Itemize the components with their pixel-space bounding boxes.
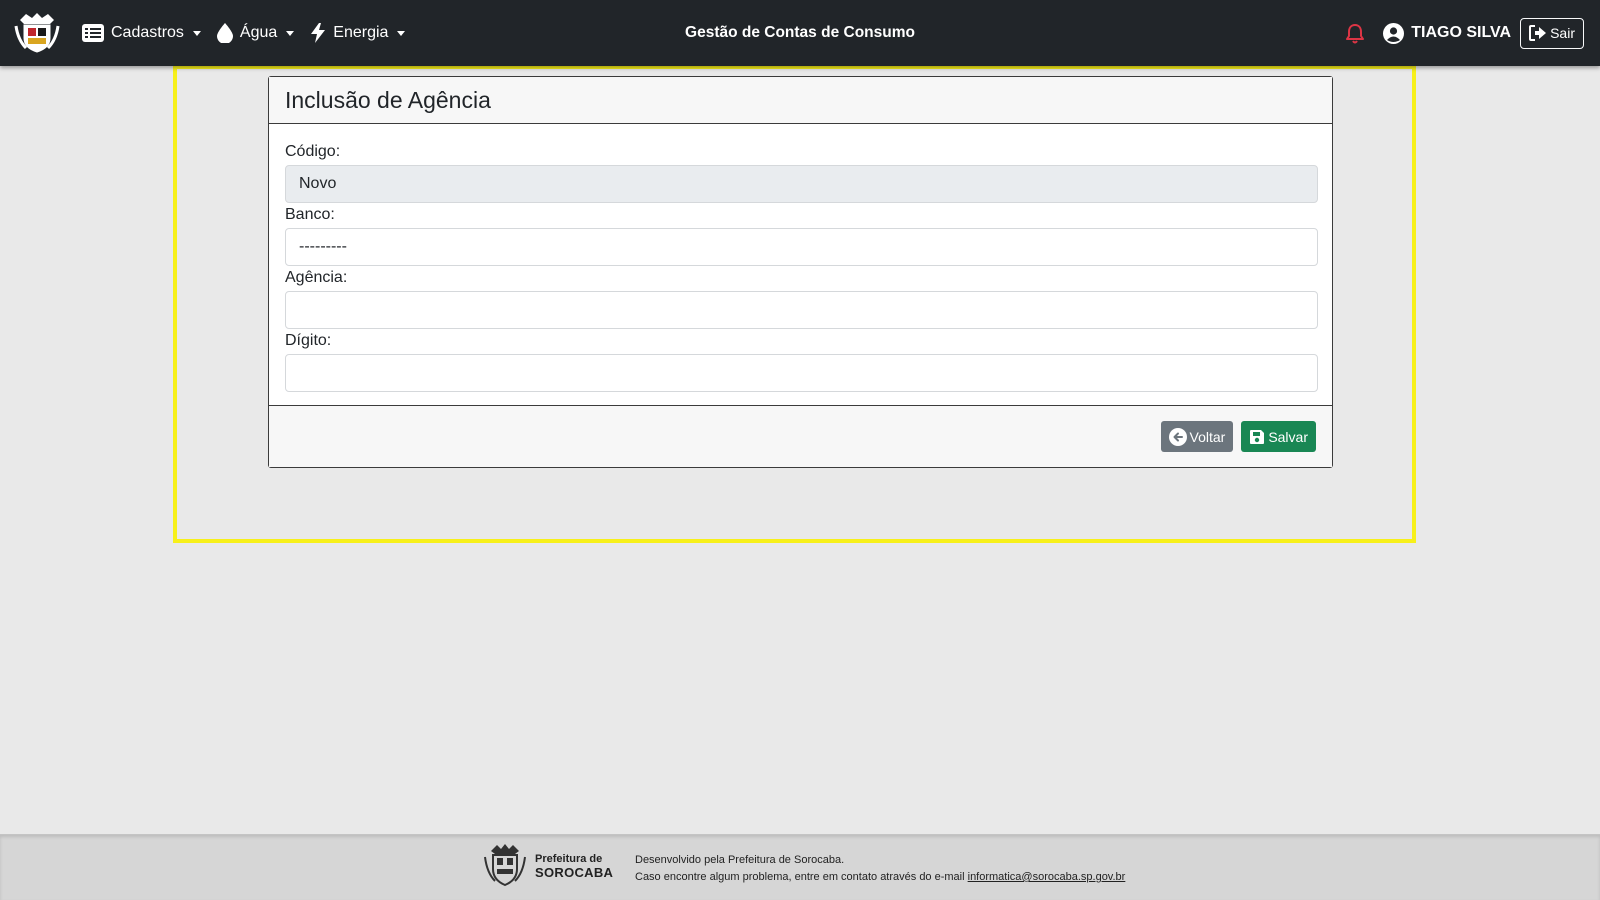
back-label: Voltar [1189, 428, 1226, 445]
footer-logo: Prefeitura de SOROCABA [481, 843, 613, 889]
top-navbar: Cadastros Água Energia Gestão de Contas … [0, 0, 1600, 66]
save-label: Salvar [1268, 428, 1308, 445]
floppy-disk-icon [1249, 429, 1265, 445]
agency-form-card: Inclusão de Agência Código: Banco: -----… [268, 76, 1333, 468]
arrow-left-circle-icon [1168, 427, 1187, 446]
navbar-right: TIAGO SILVA Sair [1345, 0, 1584, 66]
footer-line2: Caso encontre algum problema, entre em c… [635, 869, 1125, 886]
user-circle-icon [1383, 22, 1405, 44]
agencia-input[interactable] [285, 291, 1318, 329]
menu-agua-label: Água [239, 24, 278, 41]
codigo-label: Código: [285, 143, 341, 160]
footer-coat-of-arms-icon [484, 844, 526, 887]
banco-selected-value: --------- [299, 238, 347, 255]
user-name: TIAGO SILVA [1411, 24, 1512, 41]
footer-logo-text: Prefeitura de SOROCABA [535, 853, 613, 879]
menu-cadastros-label: Cadastros [111, 24, 184, 41]
back-button[interactable]: Voltar [1160, 421, 1234, 452]
menu-energia[interactable]: Energia [310, 23, 406, 43]
banco-label: Banco: [285, 206, 335, 223]
chevron-down-icon [286, 30, 295, 36]
footer-text: Desenvolvido pela Prefeitura de Sorocaba… [635, 852, 1125, 886]
agencia-label: Agência: [285, 269, 348, 286]
menu-cadastros[interactable]: Cadastros [82, 24, 201, 42]
banco-select[interactable]: --------- [285, 228, 1318, 266]
lightning-icon [310, 23, 326, 43]
chevron-down-icon [192, 30, 201, 36]
support-email-link[interactable]: informatica@sorocaba.sp.gov.br [968, 871, 1126, 883]
digito-label: Dígito: [285, 332, 332, 349]
codigo-input[interactable] [285, 165, 1318, 203]
form-title: Inclusão de Agência [269, 77, 1332, 124]
footer-line1: Desenvolvido pela Prefeitura de Sorocaba… [635, 854, 845, 866]
droplet-icon [216, 23, 233, 43]
form-body: Código: Banco: --------- Agência: Dígito… [269, 124, 1332, 405]
menu-agua[interactable]: Água [216, 23, 295, 43]
main-menu: Cadastros Água Energia [82, 0, 421, 66]
bell-icon[interactable] [1345, 23, 1365, 44]
logout-label: Sair [1550, 25, 1575, 41]
coat-of-arms-logo[interactable] [14, 12, 60, 54]
footer-logo-line2: SOROCABA [535, 865, 614, 880]
page-footer: Prefeitura de SOROCABA Desenvolvido pela… [0, 834, 1600, 900]
form-actions: Voltar Salvar [269, 405, 1332, 467]
chevron-down-icon [397, 30, 406, 36]
user-info[interactable]: TIAGO SILVA [1383, 22, 1512, 44]
logout-button[interactable]: Sair [1520, 17, 1584, 49]
footer-line2-prefix: Caso encontre algum problema, entre em c… [635, 871, 965, 883]
logout-icon [1529, 25, 1547, 41]
menu-energia-label: Energia [333, 24, 389, 41]
digito-input[interactable] [285, 354, 1318, 392]
list-icon [82, 24, 104, 42]
save-button[interactable]: Salvar [1241, 421, 1316, 452]
